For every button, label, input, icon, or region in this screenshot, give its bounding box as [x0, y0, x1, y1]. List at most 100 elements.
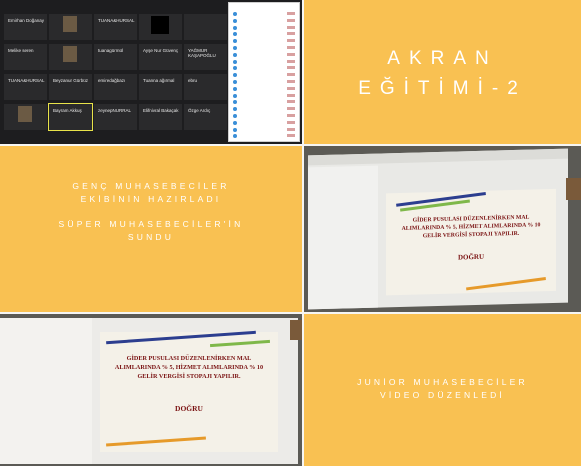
participant-name: ebru	[188, 78, 198, 83]
participant-row	[233, 86, 295, 92]
mic-icon	[287, 86, 295, 90]
participant-name: zeynepNURRAL	[98, 108, 132, 113]
avatar	[233, 120, 237, 125]
junior-line-2: VİDEO DÜZENLEDİ	[380, 390, 505, 400]
participant-row	[233, 106, 295, 112]
participant-tile: zeynepNURRAL	[94, 104, 137, 130]
credits-line-3: SÜPER MUHASEBECİLER'İN	[58, 219, 244, 229]
participants-sidebar	[308, 165, 378, 310]
participant-tile	[49, 14, 92, 40]
participant-row	[233, 65, 295, 71]
monitor-screen: GİDER PUSULASI DÜZENLENİRKEN MAL ALIMLAR…	[308, 148, 568, 310]
participant-name: Özge Ardıç	[188, 108, 211, 113]
participant-tile	[139, 14, 182, 40]
participant-video	[63, 46, 77, 62]
mic-icon	[287, 114, 295, 117]
participant-row	[233, 120, 295, 126]
avatar	[233, 12, 237, 16]
avatar	[233, 39, 237, 44]
avatar	[233, 86, 237, 91]
screen-photo-1: GİDER PUSULASI DÜZENLENİRKEN MAL ALIMLAR…	[304, 146, 581, 312]
monitor-screen: GİDER PUSULASI DÜZENLENİRKEN MAL ALIMLAR…	[0, 318, 298, 464]
participant-tile: TUANA&HURSAL	[4, 74, 47, 100]
avatar	[233, 80, 237, 84]
participant-row	[233, 31, 295, 37]
mic-icon	[287, 100, 295, 104]
mic-icon	[287, 134, 295, 138]
participant-row	[233, 133, 295, 139]
participant-name: YAĞMUR KAŞAPOĞLU	[188, 48, 216, 58]
participant-name: TUANA&HURSAL	[98, 18, 135, 23]
participant-tile: Melike seren	[4, 44, 47, 70]
slide-answer: DOĞRU	[175, 404, 203, 413]
participant-tile: Elifnivral Bakaçak	[139, 104, 182, 130]
participant-name: Emirhan Doğanay	[8, 18, 45, 23]
participant-name: Melike seren	[8, 48, 34, 53]
mic-icon	[287, 25, 295, 29]
junior-panel: JUNİOR MUHASEBECİLER VİDEO DÜZENLEDİ	[304, 314, 581, 466]
avatar	[233, 100, 237, 105]
participant-row	[233, 25, 295, 31]
participant-row	[233, 93, 295, 99]
participant-name: Tuanna ağırmal	[143, 78, 175, 83]
participant-tile	[184, 14, 227, 40]
avatar	[233, 114, 237, 118]
participant-tile: tuanagürmül	[94, 44, 137, 70]
credits-line-1: GENÇ MUHASEBECİLER	[72, 181, 230, 191]
participant-name: tuanagürmül	[98, 48, 124, 53]
mic-icon	[287, 18, 295, 22]
avatar	[233, 66, 237, 71]
credits-line-2: EKİBİNİN HAZIRLADI	[80, 194, 222, 204]
participant-tile: Bayram Akkuş	[48, 103, 93, 131]
webcam-thumbnail	[566, 178, 581, 200]
mic-icon	[287, 127, 295, 131]
title-line-2: EĞİTİMİ-2	[358, 78, 527, 99]
slide-question: GİDER PUSULASI DÜZENLENİRKEN MAL ALIMLAR…	[401, 214, 541, 240]
participant-tile	[49, 44, 92, 70]
participant-name: emiredağbazı	[98, 78, 126, 83]
participant-tile: Özge Ardıç	[184, 104, 227, 130]
credits-line-4: SUNDU	[127, 232, 175, 242]
participant-name: TUANA&HURSAL	[8, 78, 45, 83]
avatar	[233, 46, 237, 50]
avatar	[233, 134, 237, 139]
participant-name: Elifnivral Bakaçak	[143, 108, 179, 113]
participant-video	[63, 16, 77, 32]
participant-row	[233, 45, 295, 51]
avatar	[233, 25, 237, 30]
participant-tile: Beyzanur Gürbüz	[49, 74, 92, 100]
slide: GİDER PUSULASI DÜZENLENİRKEN MAL ALIMLAR…	[386, 188, 556, 296]
avatar	[233, 18, 237, 23]
participant-row	[233, 99, 295, 105]
participant-row	[233, 113, 295, 119]
participant-name: Ayşe Nur Güvenç	[143, 48, 179, 53]
avatar	[233, 107, 237, 112]
avatar	[233, 52, 237, 57]
participant-row	[233, 38, 295, 44]
mic-icon	[287, 93, 295, 97]
mic-icon	[287, 12, 295, 15]
mic-icon	[287, 80, 295, 83]
participants-sidebar	[0, 318, 92, 464]
mic-icon	[287, 39, 295, 43]
mic-icon	[287, 107, 295, 111]
zoom-gallery-photo: Emirhan Doğanay TUANA&HURSAL Melike seren t…	[0, 0, 302, 144]
credits-panel: GENÇ MUHASEBECİLER EKİBİNİN HAZIRLADI SÜ…	[0, 146, 302, 312]
participant-tile: emiredağbazı	[94, 74, 137, 100]
screen-photo-2: GİDER PUSULASI DÜZENLENİRKEN MAL ALIMLAR…	[0, 314, 302, 466]
avatar	[233, 32, 237, 37]
participants-list	[228, 2, 300, 142]
avatar	[233, 73, 237, 78]
participant-tile: YAĞMUR KAŞAPOĞLU	[184, 44, 227, 70]
mic-icon	[287, 32, 295, 36]
participant-video	[151, 16, 169, 34]
avatar	[233, 93, 237, 98]
participant-row	[233, 52, 295, 58]
browser-toolbar	[308, 148, 568, 166]
participant-tile	[4, 104, 47, 130]
participant-tile: Ayşe Nur Güvenç	[139, 44, 182, 70]
participant-tile: ebru	[184, 74, 227, 100]
mic-icon	[287, 73, 295, 77]
mic-icon	[287, 52, 295, 56]
slide-answer: DOĞRU	[457, 252, 485, 262]
